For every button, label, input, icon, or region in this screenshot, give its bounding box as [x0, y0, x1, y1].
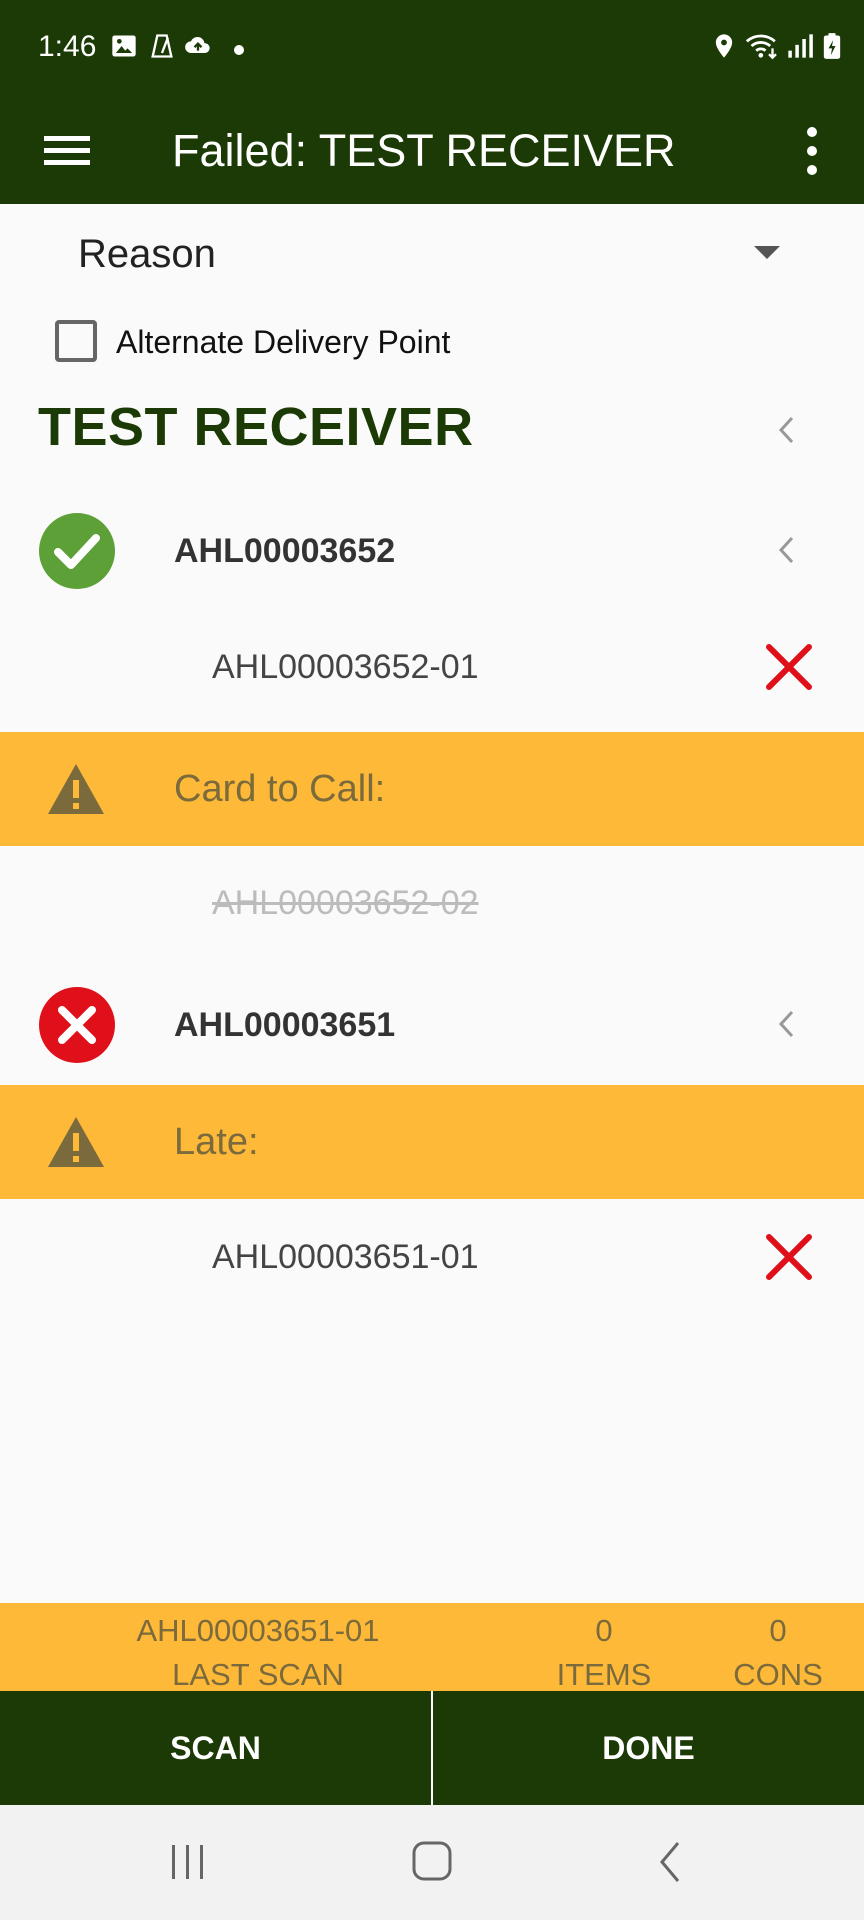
items-count: 0 [595, 1613, 613, 1648]
alternate-delivery-label: Alternate Delivery Point [116, 324, 451, 360]
last-scan-value: AHL00003651-01 [136, 1613, 380, 1648]
cons-count: 0 [769, 1613, 787, 1648]
warning-banner: Late: [0, 1085, 864, 1199]
battery-charging-icon [823, 33, 841, 59]
item-row-struck: AHL00003652-02 [0, 846, 864, 960]
warning-message: Late: [174, 1121, 259, 1163]
consignment-id: AHL00003651 [174, 1006, 396, 1044]
cons-stat: 0 CONS [716, 1609, 840, 1697]
remove-x-icon[interactable] [764, 1232, 814, 1282]
system-nav-bar [0, 1805, 864, 1920]
notification-dot-icon [234, 45, 244, 55]
collapse-chevron-icon[interactable] [772, 410, 802, 450]
reason-label: Reason [78, 232, 216, 276]
scan-button[interactable]: SCAN [0, 1691, 431, 1805]
status-time: 1:46 [38, 30, 97, 63]
location-icon [715, 34, 733, 58]
alternate-delivery-checkbox[interactable]: Alternate Delivery Point [0, 310, 864, 370]
item-row: AHL00003652-01 [0, 610, 864, 724]
items-stat: 0 ITEMS [534, 1609, 674, 1697]
hamburger-menu-icon[interactable] [42, 126, 92, 176]
recent-apps-icon[interactable] [158, 1837, 218, 1887]
back-icon[interactable] [642, 1837, 702, 1887]
warning-triangle-icon [48, 764, 104, 814]
app-bar: Failed: TEST RECEIVER [0, 96, 864, 204]
more-vert-icon[interactable] [790, 118, 834, 184]
scan-summary-bar: AHL00003651-01 LAST SCAN 0 ITEMS 0 CONS [0, 1603, 864, 1692]
cloud-upload-icon [185, 36, 210, 53]
reason-dropdown[interactable]: Reason [0, 204, 864, 308]
consignment-id: AHL00003652 [174, 532, 396, 570]
signal-icon [788, 34, 813, 58]
dropdown-arrow-icon [754, 246, 780, 259]
item-id: AHL00003652-02 [212, 884, 479, 922]
check-circle-icon [39, 513, 115, 589]
status-bar: 1:46 [0, 0, 864, 96]
checkbox-icon[interactable] [55, 320, 97, 362]
image-icon [112, 35, 136, 57]
error-circle-icon [39, 987, 115, 1063]
metronome-icon [151, 34, 173, 58]
item-row: AHL00003651-01 [0, 1200, 864, 1314]
last-scan-stat: AHL00003651-01 LAST SCAN [108, 1609, 408, 1697]
home-icon[interactable] [402, 1837, 462, 1887]
consignment-row[interactable]: AHL00003652 [0, 496, 864, 606]
warning-triangle-icon [48, 1117, 104, 1167]
page-title: Failed: TEST RECEIVER [172, 125, 676, 176]
warning-banner: Card to Call: [0, 732, 864, 846]
done-button[interactable]: DONE [433, 1691, 864, 1805]
collapse-chevron-icon[interactable] [772, 530, 802, 570]
receiver-name: TEST RECEIVER [38, 397, 474, 457]
warning-message: Card to Call: [174, 768, 386, 810]
remove-x-icon[interactable] [764, 642, 814, 692]
collapse-chevron-icon[interactable] [772, 1004, 802, 1044]
item-id: AHL00003651-01 [212, 1238, 479, 1276]
action-bar: SCAN DONE [0, 1691, 864, 1805]
item-id: AHL00003652-01 [212, 648, 479, 686]
wifi-icon [745, 34, 777, 60]
consignment-row[interactable]: AHL00003651 [0, 970, 864, 1080]
